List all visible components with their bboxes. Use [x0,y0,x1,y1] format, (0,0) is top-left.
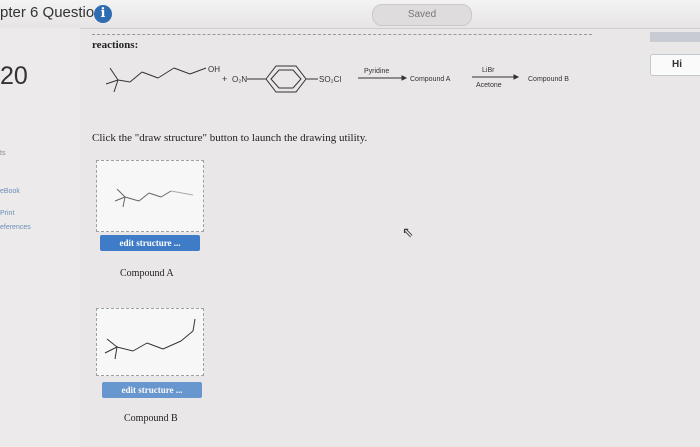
compound-b-edit-structure-button[interactable]: edit structure ... [102,382,202,398]
references-link[interactable]: eferences [0,224,31,231]
hint-strip [650,32,700,42]
compound-a-drawing-box[interactable] [96,160,204,232]
mouse-cursor-icon: ⇖ [402,224,414,240]
reagent-libr: LiBr [482,67,495,74]
info-icon[interactable]: i [94,5,112,23]
hint-button[interactable]: Hi [650,54,700,76]
hydroxyl-label: OH [208,65,220,74]
reactions-label: reactions: [92,39,139,51]
reagent-acetone: Acetone [476,82,502,89]
product-compound-b: Compound B [528,76,569,83]
compound-b-drawing-box[interactable] [96,308,204,376]
alcohol-structure [105,67,207,93]
compound-a-structure [114,188,194,208]
print-link[interactable]: Print [0,210,14,217]
compound-b-structure [104,318,196,360]
benzene-ring [247,65,318,93]
compound-a-edit-structure-button[interactable]: edit structure ... [100,235,200,251]
nitro-label: O₂N [232,75,247,84]
plus-sign: + [222,74,227,84]
reaction-arrow-2 [472,74,520,80]
reaction-scheme: OH + O₂N SO₂Cl Pyridine Compound A LiBr … [105,65,569,93]
section-divider [92,34,592,35]
compound-a-label: Compound A [120,268,174,279]
sulfonyl-chloride-label: SO₂Cl [319,75,341,84]
instruction-text: Click the "draw structure" button to lau… [92,132,368,144]
reagent-pyridine: Pyridine [364,68,389,75]
compound-b-label: Compound B [124,413,178,424]
question-content: reactions: OH + O₂N SO₂Cl Pyridine Compo… [82,28,648,447]
top-bar: pter 6 Questions i Saved [0,0,700,29]
product-compound-a: Compound A [410,76,451,83]
ebook-link[interactable]: eBook [0,188,20,195]
question-number: 20 [0,62,28,90]
points-label: ts [0,150,6,157]
reaction-arrow-1 [358,75,408,81]
saved-status-badge: Saved [372,4,472,26]
